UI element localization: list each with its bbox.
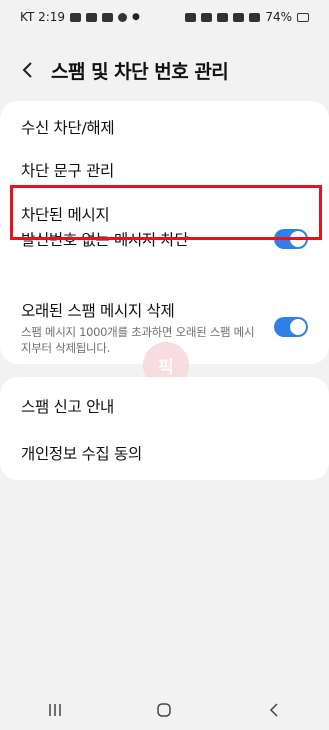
settings-group-2: 스팸 신고 안내 개인정보 수집 동의 xyxy=(0,377,329,480)
highlight-box xyxy=(10,185,322,240)
item-label: 개인정보 수집 동의 xyxy=(21,445,142,463)
recent-apps-icon xyxy=(49,704,61,716)
status-right: 74% xyxy=(185,10,309,24)
toggle-knob xyxy=(290,319,306,335)
nav-back-icon xyxy=(270,703,278,717)
list-item-blocked-phrases[interactable]: 차단 문구 관리 xyxy=(21,158,308,182)
item-label: 오래된 스팸 메시지 삭제 xyxy=(21,301,175,320)
screen-record-icon xyxy=(102,12,114,22)
recent-apps-button[interactable] xyxy=(35,695,75,725)
item-label: 수신 차단/해제 xyxy=(21,119,115,137)
status-bar: KT 2:19 ● 74% xyxy=(0,0,329,34)
list-item-block-unblock[interactable]: 수신 차단/해제 xyxy=(21,115,308,139)
signal-icon xyxy=(249,12,261,22)
list-item-spam-report-guide[interactable]: 스팸 신고 안내 xyxy=(21,394,308,418)
battery-percent: 74% xyxy=(265,10,292,24)
nav-back-button[interactable] xyxy=(254,695,294,725)
mute-icon xyxy=(201,12,213,22)
battery-icon xyxy=(297,12,309,22)
back-button[interactable] xyxy=(13,55,43,85)
item-label: 차단 문구 관리 xyxy=(21,162,115,180)
youtube-notification-icon xyxy=(86,12,98,22)
header: 스팸 및 차단 번호 관리 xyxy=(0,50,329,90)
instagram-notification-icon xyxy=(118,12,128,22)
list-item-privacy-consent[interactable]: 개인정보 수집 동의 xyxy=(21,441,308,465)
item-description: 스팸 메시지 1000개를 초과하면 오래된 스팸 메시지부터 삭제됩니다. xyxy=(21,324,255,355)
item-label: 스팸 신고 안내 xyxy=(21,398,115,416)
status-left: KT 2:19 ● xyxy=(20,10,140,24)
carrier-time: KT 2:19 xyxy=(20,10,66,24)
lock-icon xyxy=(185,12,197,22)
gallery-notification-icon xyxy=(70,12,82,22)
home-icon xyxy=(157,703,172,717)
volte-icon xyxy=(233,12,245,22)
delete-old-spam-toggle[interactable] xyxy=(274,317,308,337)
more-notifications-icon: ● xyxy=(132,12,140,22)
back-arrow-icon xyxy=(22,62,32,78)
item-text: 오래된 스팸 메시지 삭제 스팸 메시지 1000개를 초과하면 오래된 스팸 … xyxy=(21,299,257,356)
home-button[interactable] xyxy=(144,695,184,725)
navigation-bar xyxy=(0,690,329,730)
page-title: 스팸 및 차단 번호 관리 xyxy=(51,60,229,83)
wifi-icon xyxy=(217,12,229,22)
